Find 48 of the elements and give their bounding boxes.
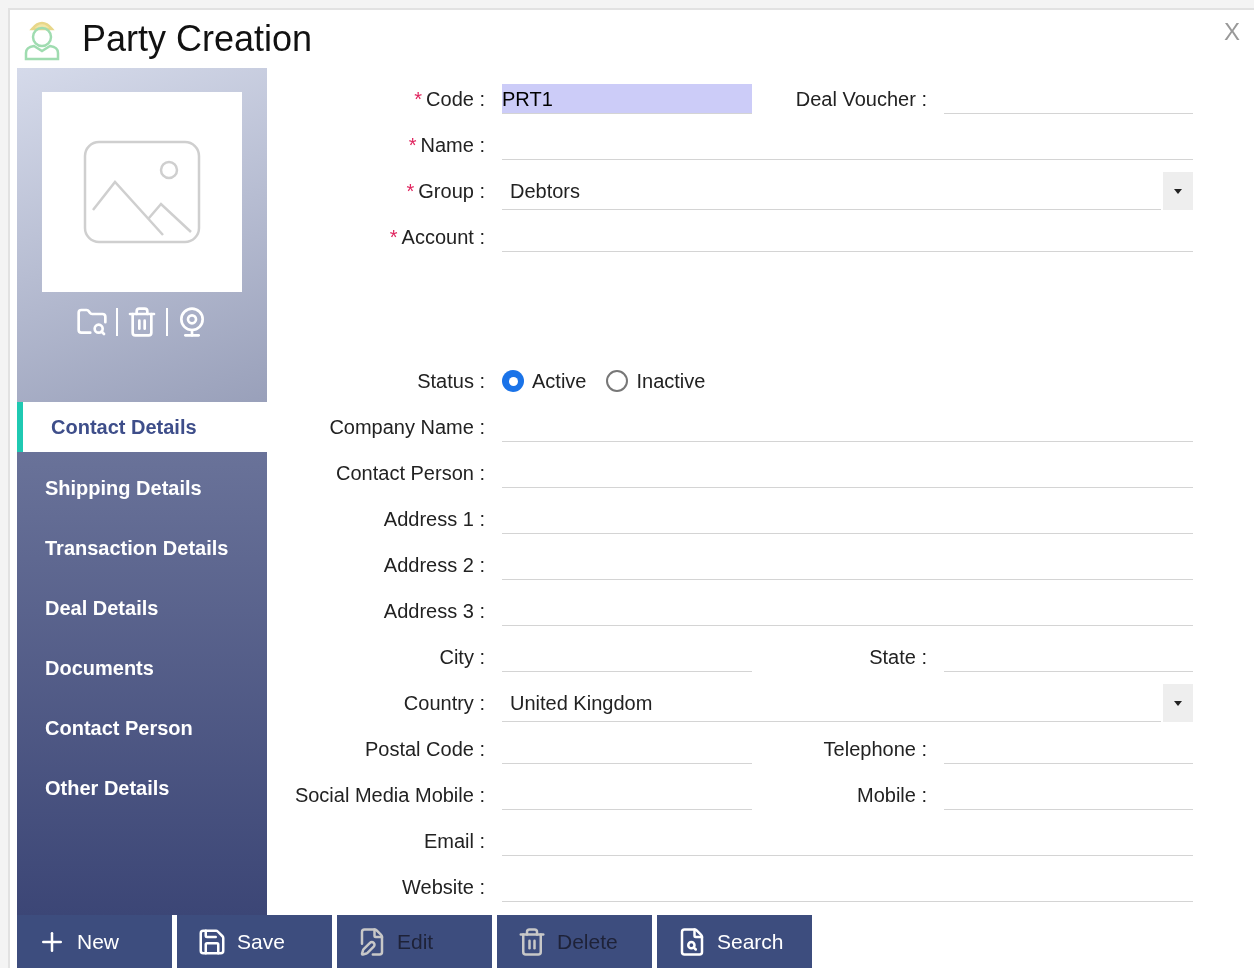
radio-option[interactable]: Active [502, 366, 587, 396]
field-label: Address 2 : [383, 553, 485, 578]
field-label: Contact Person : [336, 461, 485, 486]
field-label: State : [869, 645, 927, 670]
sidebar-tab[interactable]: Documents [17, 638, 267, 698]
browse-folder-icon[interactable] [76, 306, 108, 338]
field-label: Status : [417, 369, 485, 394]
field-label: Deal Voucher : [795, 87, 927, 112]
field-label: Mobile : [856, 783, 927, 808]
field-label: Code : [426, 87, 485, 112]
field-label: Website : [402, 875, 485, 900]
field-label: City : [439, 645, 485, 670]
field-label: Social Media Mobile : [294, 783, 485, 808]
field-label: Name : [420, 133, 485, 158]
required-asterisk: * [414, 87, 423, 112]
dropdown-field[interactable]: Debtors [502, 172, 1193, 210]
text-field[interactable]: PRT1 [502, 84, 752, 114]
field-label: Email : [423, 829, 485, 854]
field-label: Group : [418, 179, 485, 204]
sidebar-tab[interactable]: Contact Details [17, 402, 267, 452]
sidebar-tab[interactable]: Shipping Details [17, 458, 267, 518]
field-label: Company Name : [329, 415, 485, 440]
trash-icon[interactable] [126, 306, 158, 338]
field-label: Account : [401, 225, 485, 250]
radio-button[interactable] [502, 370, 524, 392]
field-label: Country : [403, 691, 485, 716]
field-label: Address 3 : [383, 599, 485, 624]
toolbar-button[interactable]: Save [177, 915, 332, 968]
dropdown-field[interactable]: United Kingdom [502, 684, 1193, 722]
toolbar-button[interactable]: Search [657, 915, 812, 968]
sidebar-tab[interactable]: Contact Person [17, 698, 267, 758]
toolbar-button[interactable]: New [17, 915, 172, 968]
window-title: Party Creation [82, 17, 313, 61]
radio-option[interactable]: Inactive [606, 366, 706, 396]
required-asterisk: * [406, 179, 415, 204]
image-icon [83, 140, 201, 244]
sidebar-tab[interactable]: Deal Details [17, 578, 267, 638]
required-asterisk: * [389, 225, 398, 250]
field-label: Telephone : [823, 737, 927, 762]
sidebar-tab[interactable]: Transaction Details [17, 518, 267, 578]
radio-button[interactable] [606, 370, 629, 392]
trash-icon [517, 926, 547, 957]
field-label: Address 1 : [383, 507, 485, 532]
field-label: Postal Code : [364, 737, 485, 762]
caret-icon [1174, 700, 1182, 706]
sidebar-tab[interactable]: Other Details [17, 758, 267, 818]
caret-icon [1174, 188, 1182, 194]
required-asterisk: * [408, 133, 417, 158]
